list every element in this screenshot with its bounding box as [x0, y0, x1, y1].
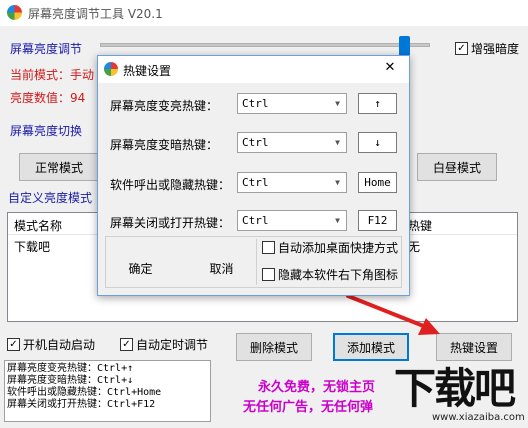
key-field-toggle-app[interactable]: Home [358, 172, 397, 193]
hotkey-dialog: 热键设置 ✕ 屏幕亮度变亮热键： Ctrl ▼ ↑ 屏幕亮度变暗热键： Ctrl… [97, 55, 410, 296]
hotkey-label-brighten: 屏幕亮度变亮热键： [110, 99, 219, 113]
key-field-darken[interactable]: ↓ [358, 132, 397, 153]
options-divider [256, 239, 257, 285]
modifier-select-brighten[interactable]: Ctrl ▼ [237, 93, 347, 114]
modifier-value: Ctrl [242, 97, 269, 110]
add-shortcut-label: 自动添加桌面快捷方式 [278, 241, 399, 255]
app-logo-icon [104, 62, 118, 76]
close-icon[interactable]: ✕ [380, 60, 400, 78]
modifier-value: Ctrl [242, 136, 269, 149]
modifier-select-screen[interactable]: Ctrl ▼ [237, 210, 347, 231]
ok-button[interactable]: 确定 [118, 256, 163, 280]
dialog-title: 热键设置 [123, 64, 172, 78]
hotkey-label-toggle-app: 软件呼出或隐藏热键： [110, 178, 231, 192]
modifier-value: Ctrl [242, 176, 269, 189]
chevron-down-icon: ▼ [335, 178, 340, 187]
hide-tray-checkbox[interactable] [262, 268, 275, 281]
key-field-brighten[interactable]: ↑ [358, 93, 397, 114]
modifier-select-darken[interactable]: Ctrl ▼ [237, 132, 347, 153]
hotkey-label-darken: 屏幕亮度变暗热键： [110, 138, 219, 152]
chevron-down-icon: ▼ [335, 216, 340, 225]
chevron-down-icon: ▼ [335, 138, 340, 147]
hotkey-label-screen: 屏幕关闭或打开热键： [110, 216, 231, 230]
key-field-screen[interactable]: F12 [358, 210, 397, 231]
hide-tray-label: 隐藏本软件右下角图标 [278, 268, 399, 282]
cancel-button[interactable]: 取消 [199, 256, 244, 280]
add-shortcut-checkbox[interactable] [262, 241, 275, 254]
chevron-down-icon: ▼ [335, 99, 340, 108]
modifier-value: Ctrl [242, 214, 269, 227]
dialog-title-bar: 热键设置 ✕ [98, 56, 409, 83]
modifier-select-toggle-app[interactable]: Ctrl ▼ [237, 172, 347, 193]
